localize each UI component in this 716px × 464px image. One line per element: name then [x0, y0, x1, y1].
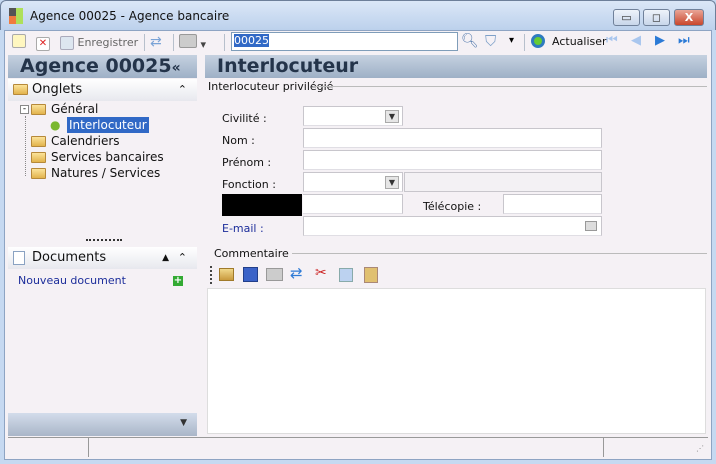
page-title: Interlocuteur — [205, 55, 707, 78]
record-title-header: Agence 00025« — [8, 55, 197, 78]
collapse-panel-button[interactable]: « — [172, 60, 181, 76]
maximize-button[interactable]: ◻ — [643, 9, 670, 26]
sync-icon[interactable]: ⇄ — [150, 34, 162, 51]
collapse-icon[interactable]: ⌃ — [178, 247, 187, 269]
nom-label: Nom : — [222, 134, 255, 147]
scroll-up-icon[interactable]: ▲ — [162, 247, 169, 269]
telephone-input[interactable] — [303, 194, 403, 214]
search-icon[interactable]: 🔍︎ — [461, 33, 479, 49]
add-icon[interactable]: + — [173, 276, 183, 286]
civilite-select[interactable]: ▼ — [303, 106, 403, 126]
document-icon — [13, 251, 25, 265]
refresh-icon — [531, 34, 545, 48]
comment-label: Commentaire — [214, 247, 289, 260]
resize-grip-icon[interactable]: ⋰ — [696, 444, 704, 453]
print-icon[interactable] — [266, 268, 283, 281]
new-icon[interactable] — [12, 34, 26, 51]
copy-icon[interactable] — [339, 268, 353, 282]
civilite-label: Civilité : — [222, 112, 267, 125]
minimize-button[interactable]: ▭ — [613, 9, 640, 26]
cut-icon[interactable]: ✂ — [315, 265, 327, 281]
save-label: Enregistrer — [77, 36, 139, 49]
chevron-down-icon[interactable]: ▼ — [180, 418, 187, 428]
delete-icon[interactable]: ✕ — [36, 34, 50, 51]
divider — [292, 253, 707, 254]
nom-input[interactable] — [303, 128, 602, 148]
new-document-link[interactable]: Nouveau document — [18, 274, 126, 287]
save-button[interactable]: Enregistrer — [60, 34, 138, 51]
prenom-input[interactable] — [303, 150, 602, 170]
tree-expander[interactable]: - — [20, 105, 29, 114]
refresh-icon[interactable]: ⇄ — [290, 264, 303, 282]
separator — [524, 34, 525, 51]
tabs-section-header[interactable]: Onglets ⌃ — [8, 79, 197, 101]
window-title: Agence 00025 - Agence bancaire — [30, 9, 230, 23]
toolbar-grip — [210, 266, 212, 284]
documents-section-header[interactable]: Documents ▲ ⌃ — [8, 247, 197, 269]
email-label[interactable]: E-mail : — [222, 222, 264, 235]
folder-icon — [13, 84, 28, 95]
prenom-label: Prénom : — [222, 156, 272, 169]
search-input[interactable]: 00025 — [231, 32, 458, 51]
mail-icon[interactable] — [585, 221, 597, 231]
telecopie-input[interactable] — [503, 194, 602, 214]
fonction-detail-input[interactable] — [404, 172, 602, 192]
fonction-label: Fonction : — [222, 178, 276, 191]
filter-dropdown-icon[interactable]: ▾ — [509, 35, 514, 46]
status-cell — [603, 438, 604, 457]
collapse-icon[interactable]: ⌃ — [178, 79, 187, 101]
status-cell — [88, 438, 89, 457]
print-icon[interactable]: ▾ — [179, 34, 206, 51]
first-record-icon[interactable]: ⏮ — [606, 33, 618, 48]
chevron-down-icon: ▼ — [385, 176, 399, 189]
paste-icon[interactable] — [364, 267, 378, 283]
app-icon — [9, 8, 23, 24]
email-input[interactable] — [303, 216, 602, 236]
next-record-icon[interactable]: ▶ — [655, 33, 665, 48]
refresh-button[interactable]: Actualiser — [552, 35, 607, 48]
comment-textarea[interactable] — [207, 288, 706, 434]
fonction-select[interactable]: ▼ — [303, 172, 403, 192]
close-button[interactable]: X — [674, 9, 704, 26]
last-record-icon[interactable]: ⏭ — [678, 33, 690, 48]
redacted-label — [222, 194, 302, 216]
tree-line — [25, 116, 26, 176]
chevron-down-icon: ▼ — [385, 110, 399, 123]
separator — [144, 34, 145, 51]
left-panel: Onglets ⌃ - Général ● Interlocuteur Calen… — [8, 79, 197, 436]
filter-icon[interactable]: ⛉ — [485, 32, 496, 50]
divider — [313, 86, 707, 87]
telecopie-label: Télécopie : — [423, 200, 482, 213]
open-icon[interactable] — [219, 268, 234, 281]
status-bar: ⋰ — [8, 437, 708, 457]
person-icon: ● — [50, 118, 61, 132]
previous-record-icon[interactable]: ◀ — [631, 33, 641, 48]
save-icon[interactable] — [243, 267, 258, 282]
panel-bottom-bar: ▼ — [8, 413, 197, 436]
separator — [173, 34, 174, 51]
separator — [224, 34, 225, 51]
splitter-handle[interactable] — [86, 239, 122, 241]
